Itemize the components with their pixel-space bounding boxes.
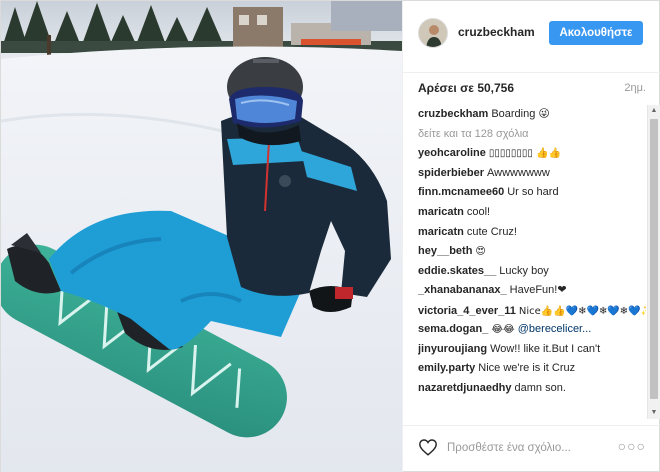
comment-username[interactable]: yeohcaroline bbox=[418, 147, 486, 159]
heart-icon[interactable] bbox=[418, 438, 438, 456]
list-item: victoria_4_ever_11 Nice👍👍💙❄💙❄💙❄💙✨ bbox=[418, 301, 646, 320]
post-header: cruzbeckham Ακολουθήστε bbox=[403, 1, 660, 73]
comment-text: Ur so hard bbox=[507, 186, 559, 199]
comment-username[interactable]: spiderbieber bbox=[418, 167, 484, 179]
caption-username[interactable]: cruzbeckham bbox=[418, 108, 488, 120]
post-footer: ○○○ bbox=[403, 425, 660, 472]
view-all-comments-link[interactable]: δείτε και τα 128 σχόλια bbox=[418, 125, 646, 145]
comment-text: 😍 bbox=[475, 246, 486, 258]
avatar-image bbox=[419, 19, 447, 47]
list-item: yeohcaroline ▯▯▯▯▯▯▯▯ 👍👍 bbox=[418, 144, 646, 164]
snowboarder-image bbox=[1, 1, 402, 472]
list-item: eddie.skates__ Lucky boy bbox=[418, 262, 646, 282]
comment-username[interactable]: maricatn bbox=[418, 206, 464, 218]
comment-username[interactable]: _xhanabananax_ bbox=[418, 284, 507, 296]
follow-button[interactable]: Ακολουθήστε bbox=[549, 21, 643, 45]
post-stats: Αρέσει σε 50,756 2ημ. bbox=[403, 73, 660, 103]
comments-list[interactable]: cruzbeckham Boarding 😜 δείτε και τα 128 σ… bbox=[418, 105, 646, 425]
comment-input[interactable] bbox=[447, 439, 622, 457]
comment-text: HaveFun!❤ bbox=[509, 284, 567, 297]
comment-text: damn son. bbox=[514, 381, 566, 394]
list-item: finn.mcnamee60 Ur so hard bbox=[418, 183, 646, 203]
comment-text: Nice👍👍💙❄💙❄💙❄💙✨ bbox=[518, 305, 646, 317]
list-item: maricatn cool! bbox=[418, 203, 646, 223]
comment-text: ▯▯▯▯▯▯▯▯ 👍👍 bbox=[488, 148, 561, 160]
comment-username[interactable]: eddie.skates__ bbox=[418, 265, 496, 277]
post-time[interactable]: 2ημ. bbox=[624, 82, 646, 94]
comment-text: cute Cruz! bbox=[466, 225, 517, 238]
comment-mention[interactable]: @berecelicer... bbox=[518, 323, 592, 335]
more-options-icon[interactable]: ○○○ bbox=[618, 438, 646, 454]
comment-username[interactable]: finn.mcnamee60 bbox=[418, 186, 504, 198]
list-item: hey__beth 😍 bbox=[418, 242, 646, 262]
comment-text: Nice we're is it Cruz bbox=[478, 362, 576, 375]
comment-username[interactable]: nazaretdjunaedhy bbox=[418, 382, 512, 394]
scroll-down-arrow-icon[interactable]: ▼ bbox=[648, 407, 660, 419]
list-item: emily.party Nice we're is it Cruz bbox=[418, 359, 646, 379]
comment-text: Awwwwwww bbox=[487, 166, 550, 179]
likes-count[interactable]: Αρέσει σε 50,756 bbox=[418, 81, 514, 95]
header-username[interactable]: cruzbeckham bbox=[458, 25, 535, 39]
list-item: spiderbieber Awwwwwww bbox=[418, 164, 646, 184]
avatar[interactable] bbox=[418, 18, 448, 48]
post-photo[interactable] bbox=[1, 1, 402, 472]
scroll-up-arrow-icon[interactable]: ▲ bbox=[648, 105, 660, 117]
comment-text: cool! bbox=[466, 205, 491, 218]
scroll-thumb[interactable] bbox=[650, 119, 658, 399]
list-item: _xhanabananax_ HaveFun!❤ bbox=[418, 281, 646, 301]
comment-username[interactable]: jinyuroujiang bbox=[418, 343, 487, 355]
comment-text: Lucky boy bbox=[499, 264, 549, 277]
post-sidebar: cruzbeckham Ακολουθήστε Αρέσει σε 50,756… bbox=[402, 1, 660, 472]
comment-text: Wow!! like it.But I can't bbox=[490, 342, 601, 355]
post-frame: cruzbeckham Ακολουθήστε Αρέσει σε 50,756… bbox=[0, 0, 660, 472]
list-item: nazaretdjunaedhy damn son. bbox=[418, 379, 646, 399]
comment-username[interactable]: maricatn bbox=[418, 226, 464, 238]
comment-username[interactable]: hey__beth bbox=[418, 245, 472, 257]
comment-text: 😂😂 bbox=[491, 323, 515, 335]
caption: cruzbeckham Boarding 😜 bbox=[418, 105, 646, 125]
comment-username[interactable]: victoria_4_ever_11 bbox=[418, 305, 516, 317]
caption-text: Boarding 😜 bbox=[491, 108, 550, 120]
comment-username[interactable]: sema.dogan_ bbox=[418, 323, 488, 335]
list-item: sema.dogan_ 😂😂 @berecelicer... bbox=[418, 320, 646, 340]
list-item: jinyuroujiang Wow!! like it.But I can't bbox=[418, 340, 646, 360]
list-item: maricatn cute Cruz! bbox=[418, 223, 646, 243]
comment-username[interactable]: emily.party bbox=[418, 362, 475, 374]
comments-scrollbar[interactable]: ▲ ▼ bbox=[647, 105, 660, 419]
